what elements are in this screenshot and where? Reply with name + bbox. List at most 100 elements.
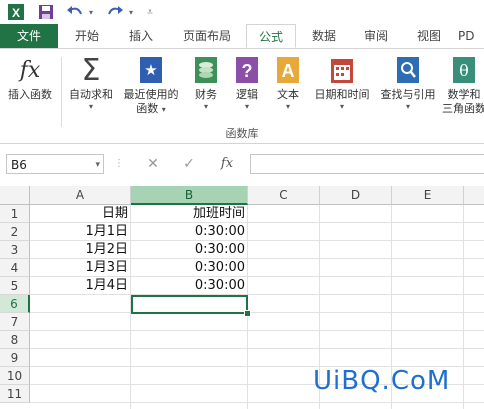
cell-a5[interactable]: 1月4日	[30, 277, 131, 295]
column-header-f[interactable]	[464, 186, 484, 205]
redo-icon[interactable]	[104, 2, 126, 22]
tab-review[interactable]: 审阅	[352, 24, 400, 48]
insert-function-button[interactable]: fx 插入函数	[2, 55, 58, 102]
save-icon[interactable]	[36, 2, 56, 22]
undo-dropdown-icon[interactable]: ▾	[86, 2, 96, 22]
gridline	[463, 205, 464, 409]
logical-button[interactable]: ? 逻辑 ▾	[228, 55, 266, 112]
chevron-down-icon: ▾	[405, 102, 410, 111]
ribbon-divider	[61, 57, 62, 127]
row-header-4[interactable]: 4	[0, 259, 30, 277]
tab-insert[interactable]: 插入	[116, 24, 166, 48]
cell-b3[interactable]: 0:30:00	[131, 241, 248, 259]
tab-page-layout[interactable]: 页面布局	[172, 24, 242, 48]
svg-text:★: ★	[144, 61, 157, 79]
column-header-e[interactable]: E	[392, 186, 464, 205]
tab-home[interactable]: 开始	[62, 24, 112, 48]
row-header-8[interactable]: 8	[0, 331, 30, 349]
column-header-d[interactable]: D	[320, 186, 392, 205]
formula-input[interactable]	[250, 154, 484, 174]
svg-text:θ: θ	[459, 61, 469, 80]
theta-icon: θ	[451, 55, 477, 85]
row-header-10[interactable]: 10	[0, 367, 30, 385]
cell-a1[interactable]: 日期	[30, 205, 131, 223]
tab-formulas[interactable]: 公式	[246, 24, 296, 48]
math-trig-button[interactable]: θ 数学和 三角函数	[440, 55, 484, 116]
autosum-label: 自动求和	[69, 88, 113, 101]
formula-bar: B6 ▾ ⋮ ✕ ✓ fx	[0, 144, 484, 186]
recently-used-label-2: 函数	[136, 102, 159, 115]
function-icon: fx	[19, 57, 41, 83]
tab-view[interactable]: 视图	[404, 24, 454, 48]
row-header-1[interactable]: 1	[0, 205, 30, 223]
customize-icon[interactable]: ⩡	[144, 2, 156, 22]
column-header-b[interactable]: B	[131, 186, 248, 205]
financial-label: 财务	[195, 88, 217, 101]
select-all-corner[interactable]	[0, 186, 30, 205]
logical-label: 逻辑	[236, 88, 258, 101]
recently-used-label: 最近使用的	[123, 88, 179, 101]
chevron-down-icon: ▾	[88, 102, 93, 111]
function-library-group-label: 函数库	[225, 127, 259, 140]
chevron-down-icon: ▾	[203, 102, 208, 111]
gridline	[30, 312, 484, 313]
cell-a4[interactable]: 1月3日	[30, 259, 131, 277]
sigma-icon: Σ	[81, 52, 101, 88]
calendar-icon	[329, 55, 355, 85]
recently-used-button[interactable]: ★ 最近使用的 函数 ▾	[118, 55, 184, 116]
svg-text:A: A	[282, 61, 295, 81]
tab-pdf[interactable]: PD	[458, 24, 484, 48]
chevron-down-icon: ▾	[161, 105, 166, 114]
undo-icon[interactable]	[64, 2, 86, 22]
magnifier-icon	[395, 55, 421, 85]
row-header-2[interactable]: 2	[0, 223, 30, 241]
column-header-c[interactable]: C	[248, 186, 320, 205]
name-box-value: B6	[11, 158, 27, 172]
tab-data[interactable]: 数据	[300, 24, 348, 48]
star-icon: ★	[138, 55, 164, 85]
cell-b4[interactable]: 0:30:00	[131, 259, 248, 277]
row-header-7[interactable]: 7	[0, 313, 30, 331]
watermark: UiBQ.CoM	[313, 366, 451, 396]
lookup-reference-button[interactable]: 查找与引用 ▾	[376, 55, 440, 112]
date-time-button[interactable]: 日期和时间 ▾	[310, 55, 374, 112]
cell-b2[interactable]: 0:30:00	[131, 223, 248, 241]
ribbon-tab-bar: 文件 开始 插入 页面布局 公式 数据 审阅 视图 PD	[0, 24, 484, 49]
financial-button[interactable]: 财务 ▾	[186, 55, 226, 112]
question-icon: ?	[234, 55, 260, 85]
autosum-button[interactable]: Σ 自动求和 ▾	[64, 52, 118, 112]
grip-icon[interactable]: ⋮	[114, 154, 124, 174]
gridline	[30, 402, 484, 403]
row-header-6[interactable]: 6	[0, 295, 30, 313]
text-label: 文本	[277, 88, 299, 101]
text-button[interactable]: A 文本 ▾	[268, 55, 308, 112]
tab-file[interactable]: 文件	[0, 24, 58, 48]
math-trig-label-2: 三角函数	[442, 102, 484, 115]
enter-icon[interactable]: ✓	[176, 154, 202, 174]
quick-access-toolbar: X ▾ ▾ ⩡	[0, 0, 484, 24]
row-header-5[interactable]: 5	[0, 277, 30, 295]
insert-function-icon[interactable]: fx	[212, 154, 242, 174]
chevron-down-icon[interactable]: ▾	[95, 155, 100, 175]
gridline	[30, 330, 484, 331]
row-header-3[interactable]: 3	[0, 241, 30, 259]
redo-dropdown-icon[interactable]: ▾	[126, 2, 136, 22]
cell-b5[interactable]: 0:30:00	[131, 277, 248, 295]
financial-icon	[193, 55, 219, 85]
cell-a3[interactable]: 1月2日	[30, 241, 131, 259]
selected-cell-b6[interactable]	[131, 295, 248, 314]
svg-text:X: X	[12, 6, 20, 20]
column-header-a[interactable]: A	[30, 186, 131, 205]
insert-function-label: 插入函数	[8, 88, 52, 101]
name-box[interactable]: B6 ▾	[6, 154, 104, 174]
excel-logo-icon: X	[6, 2, 26, 22]
svg-text:?: ?	[242, 61, 253, 81]
row-header-11[interactable]: 11	[0, 385, 30, 403]
cell-a2[interactable]: 1月1日	[30, 223, 131, 241]
lookup-reference-label: 查找与引用	[380, 88, 436, 101]
cancel-icon[interactable]: ✕	[140, 154, 166, 174]
cell-b1[interactable]: 加班时间	[131, 205, 248, 223]
row-header-9[interactable]: 9	[0, 349, 30, 367]
math-trig-label: 数学和	[447, 88, 481, 101]
fill-handle[interactable]	[244, 310, 251, 317]
